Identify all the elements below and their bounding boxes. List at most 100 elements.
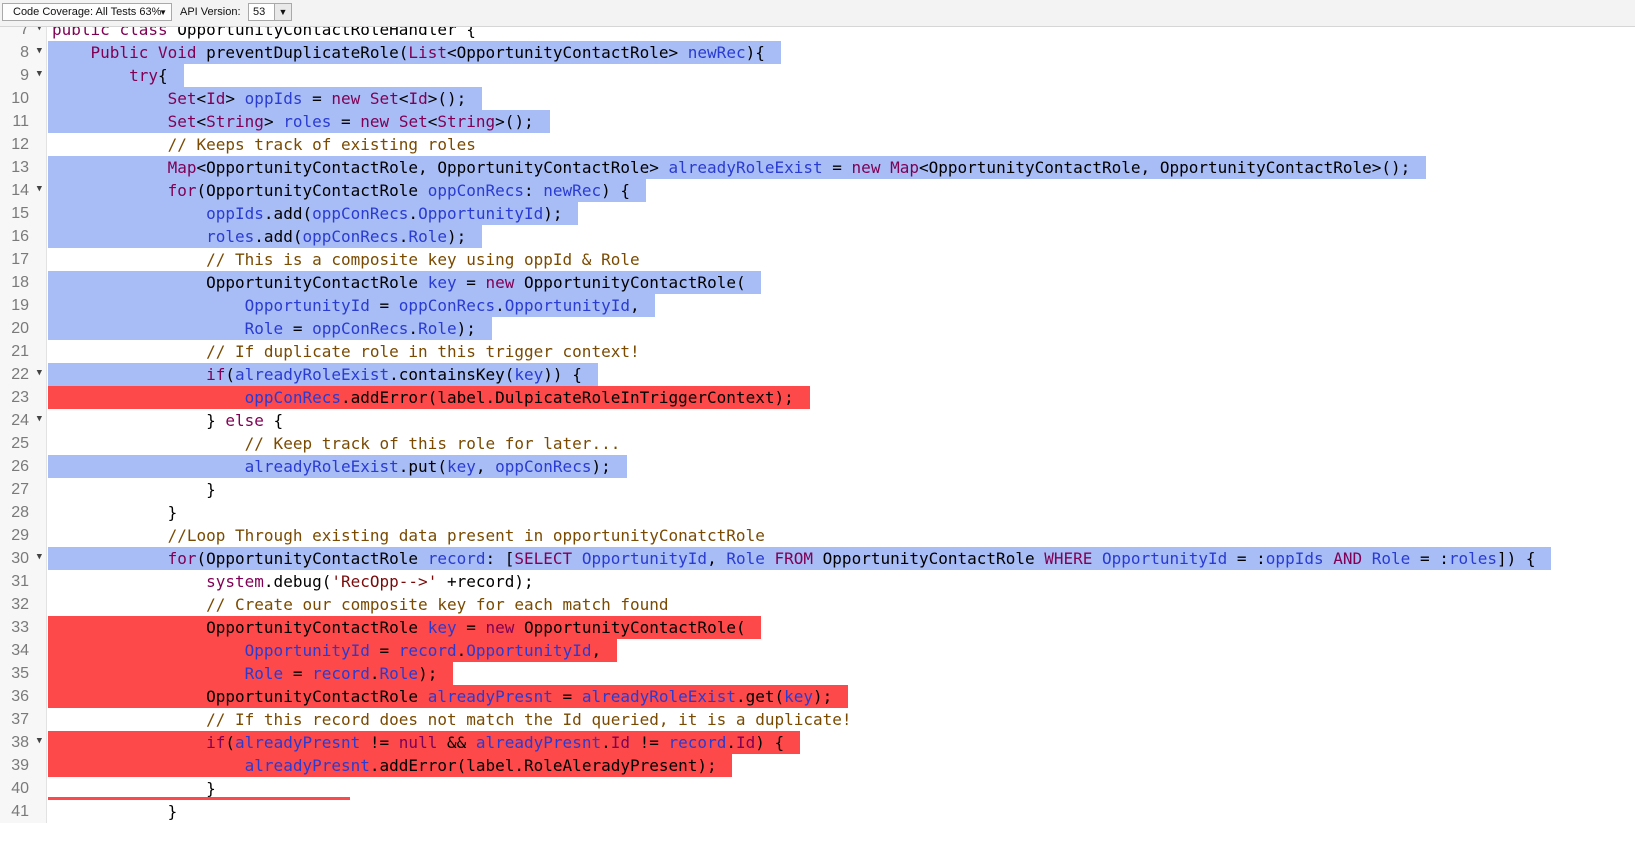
code-line[interactable]: 38 ▼ if(alreadyPresnt != null && alreadyP… [0, 731, 1635, 754]
api-version-label: API Version: [180, 6, 241, 18]
code-line[interactable]: 26 alreadyRoleExist.put(key, oppConRecs)… [0, 455, 1635, 478]
line-number: 14 [11, 182, 29, 199]
code-line[interactable]: 15 oppIds.add(oppConRecs.OpportunityId); [0, 202, 1635, 225]
code-line[interactable]: 33 OpportunityContactRole key = new Oppo… [0, 616, 1635, 639]
code-text: Set<Id> oppIds = new Set<Id>(); [167, 89, 467, 108]
line-gutter: 25 [0, 432, 47, 455]
code-editor[interactable]: 7 ▼ public class OpportunityContactRoleHan… [0, 27, 1635, 861]
code-text: try{ [129, 66, 168, 85]
fold-toggle-icon[interactable]: ▼ [37, 414, 42, 424]
line-gutter: 9 ▼ [0, 64, 47, 87]
line-gutter: 18 [0, 271, 47, 294]
line-number: 39 [11, 757, 29, 774]
code-line[interactable]: 8 ▼ Public Void preventDuplicateRole(List… [0, 41, 1635, 64]
fold-toggle-icon[interactable]: ▼ [37, 69, 42, 79]
line-gutter: 37 [0, 708, 47, 731]
code-line[interactable]: 30 ▼ for(OpportunityContactRole record: [… [0, 547, 1635, 570]
code-text: system.debug('RecOpp-->' +record); [206, 572, 534, 591]
code-coverage-dropdown[interactable]: Code Coverage: All Tests 63% ▼ [2, 3, 172, 21]
code-text: // Keep track of this role for later... [244, 434, 621, 453]
line-number: 32 [11, 596, 29, 613]
code-line[interactable]: 37 // If this record does not match the … [0, 708, 1635, 731]
code-line[interactable]: 7 ▼ public class OpportunityContactRoleHan… [0, 27, 1635, 41]
line-gutter: 12 [0, 133, 47, 156]
chevron-down-icon: ▼ [159, 8, 167, 17]
line-number: 31 [11, 573, 29, 590]
code-text: oppIds.add(oppConRecs.OpportunityId); [206, 204, 563, 223]
code-text: OpportunityContactRole alreadyPresnt = a… [52, 687, 833, 706]
fold-toggle-icon[interactable]: ▼ [37, 184, 42, 194]
line-gutter: 30 ▼ [0, 547, 47, 570]
code-text: } [52, 802, 178, 821]
code-line[interactable]: 36 OpportunityContactRole alreadyPresnt … [0, 685, 1635, 708]
code-line[interactable]: 39 alreadyPresnt.addError(label.RoleAler… [0, 754, 1635, 777]
line-number: 25 [11, 435, 29, 452]
line-gutter: 23 [0, 386, 47, 409]
line-number: 30 [11, 550, 29, 567]
code-line[interactable]: 19 OpportunityId = oppConRecs.Opportunit… [0, 294, 1635, 317]
code-line[interactable]: 27 } [0, 478, 1635, 501]
code-line[interactable]: 20 Role = oppConRecs.Role); [0, 317, 1635, 340]
fold-toggle-icon[interactable]: ▼ [37, 552, 42, 562]
api-version-select[interactable]: 53 ▼ [248, 3, 292, 21]
line-gutter: 41 [0, 800, 47, 823]
line-gutter: 8 ▼ [0, 41, 47, 64]
code-line[interactable]: 12 // Keeps track of existing roles [0, 133, 1635, 156]
line-number: 7 [20, 27, 29, 38]
code-text: OpportunityContactRole key = new Opportu… [52, 618, 746, 637]
line-gutter: 38 ▼ [0, 731, 47, 754]
line-gutter: 34 [0, 639, 47, 662]
line-number: 36 [11, 688, 29, 705]
code-line[interactable]: 16 roles.add(oppConRecs.Role); [0, 225, 1635, 248]
code-text: } [52, 779, 216, 798]
api-version-value: 53 [253, 6, 266, 18]
line-number: 20 [11, 320, 29, 337]
code-text: OpportunityId = oppConRecs.OpportunityId… [244, 296, 640, 315]
code-line[interactable]: 21 // If duplicate role in this trigger … [0, 340, 1635, 363]
code-text: Set<String> roles = new Set<String>(); [167, 112, 534, 131]
code-line[interactable]: 24 ▼ } else { [0, 409, 1635, 432]
code-line[interactable]: 11 Set<String> roles = new Set<String>()… [0, 110, 1635, 133]
code-line[interactable]: 10 Set<Id> oppIds = new Set<Id>(); [0, 87, 1635, 110]
code-text: if(alreadyRoleExist.containsKey(key)) { [206, 365, 582, 384]
code-text: alreadyPresnt.addError(label.RoleAlerady… [244, 756, 717, 775]
code-text: // This is a composite key using oppId &… [206, 250, 640, 269]
line-gutter: 27 [0, 478, 47, 501]
code-line[interactable]: 17 // This is a composite key using oppI… [0, 248, 1635, 271]
line-number: 35 [11, 665, 29, 682]
line-gutter: 16 [0, 225, 47, 248]
chevron-down-icon[interactable]: ▼ [274, 4, 291, 20]
code-text: } [52, 503, 178, 522]
line-gutter: 36 [0, 685, 47, 708]
code-line[interactable]: 9 ▼ try{ [0, 64, 1635, 87]
line-number: 23 [11, 389, 29, 406]
code-line[interactable]: 14 ▼ for(OpportunityContactRole oppConRec… [0, 179, 1635, 202]
line-number: 15 [11, 205, 29, 222]
code-line[interactable]: 23 oppConRecs.addError(label.DulpicateRo… [0, 386, 1635, 409]
line-number: 34 [11, 642, 29, 659]
fold-toggle-icon[interactable]: ▼ [37, 46, 42, 56]
code-line[interactable]: 32 // Create our composite key for each … [0, 593, 1635, 616]
fold-toggle-icon[interactable]: ▼ [37, 368, 42, 378]
code-line[interactable]: 41 } [0, 800, 1635, 823]
code-coverage-label: Code Coverage: All Tests 63% [13, 6, 162, 18]
line-number: 37 [11, 711, 29, 728]
code-text: Public Void preventDuplicateRole(List<Op… [90, 43, 765, 62]
line-number: 26 [11, 458, 29, 475]
line-number: 33 [11, 619, 29, 636]
code-line[interactable]: 13 Map<OpportunityContactRole, Opportuni… [0, 156, 1635, 179]
code-line[interactable]: 18 OpportunityContactRole key = new Oppo… [0, 271, 1635, 294]
code-line[interactable]: 29 //Loop Through existing data present … [0, 524, 1635, 547]
code-line[interactable]: 22 ▼ if(alreadyRoleExist.containsKey(key)… [0, 363, 1635, 386]
fold-toggle-icon[interactable]: ▼ [37, 27, 42, 33]
uncovered-line-marker [48, 797, 350, 800]
code-line[interactable]: 31 system.debug('RecOpp-->' +record); [0, 570, 1635, 593]
line-gutter: 17 [0, 248, 47, 271]
code-line[interactable]: 34 OpportunityId = record.OpportunityId, [0, 639, 1635, 662]
code-line[interactable]: 28 } [0, 501, 1635, 524]
code-line[interactable]: 25 // Keep track of this role for later.… [0, 432, 1635, 455]
code-line[interactable]: 35 Role = record.Role); [0, 662, 1635, 685]
fold-toggle-icon[interactable]: ▼ [37, 736, 42, 746]
code-text: // Keeps track of existing roles [167, 135, 476, 154]
line-number: 10 [11, 90, 29, 107]
